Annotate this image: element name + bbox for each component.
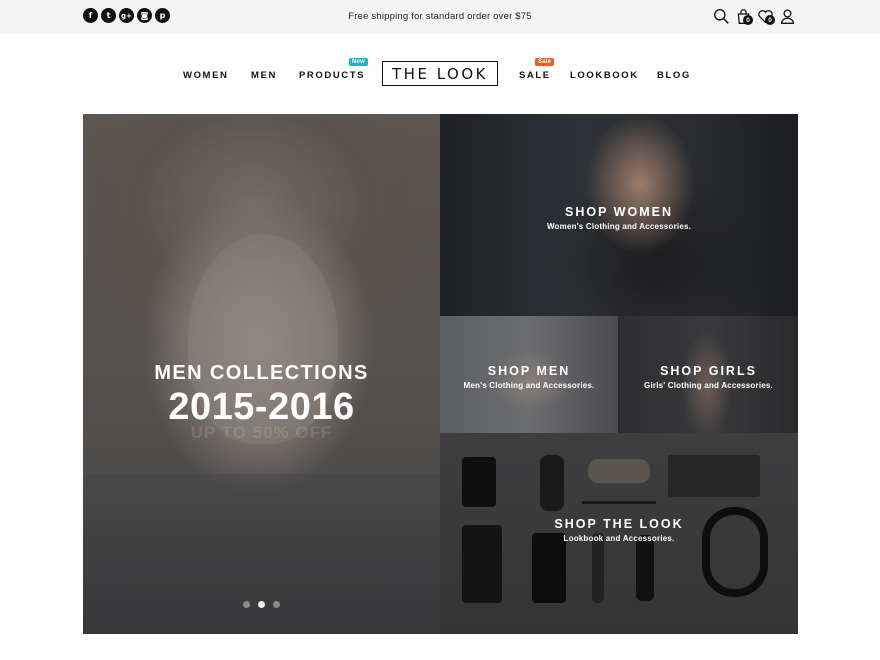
account-icon[interactable] [778,7,796,25]
nav-products-label: PRODUCTS [299,70,366,81]
slider-dots [243,601,280,608]
header-actions: 0 0 [712,7,796,25]
slider-dot-2[interactable] [258,601,265,608]
nav-men[interactable]: MEN [251,70,277,81]
slide-title: MEN COLLECTIONS [154,362,369,384]
shop-men-tile[interactable]: SHOP MEN Men's Clothing and Accessories. [440,316,618,433]
shop-the-look-caption: SHOP THE LOOK Lookbook and Accessories. [440,517,798,543]
nav-lookbook[interactable]: LOOKBOOK [570,70,639,81]
nav-blog[interactable]: BLOG [657,70,691,81]
cart-count-badge: 0 [743,15,753,25]
shop-girls-tile[interactable]: SHOP GIRLS Girls' Clothing and Accessori… [619,316,798,433]
shop-girls-subtitle: Girls' Clothing and Accessories. [644,381,773,390]
shop-women-title: SHOP WOMEN [565,205,673,219]
sunglasses-item [540,455,564,511]
search-icon[interactable] [712,7,730,25]
main-slider[interactable]: MEN COLLECTIONS 2015-2016 UP TO 50% OFF [83,114,440,634]
slider-dot-3[interactable] [273,601,280,608]
shop-men-subtitle: Men's Clothing and Accessories. [463,381,595,390]
tile-divider [618,316,619,433]
new-badge: New [349,58,368,66]
shop-women-caption: SHOP WOMEN Women's Clothing and Accessor… [440,205,798,231]
shop-the-look-title: SHOP THE LOOK [554,517,684,531]
nav-sale[interactable]: SALE Sale [519,58,555,81]
site-logo[interactable]: THE LOOK [382,61,498,86]
wishlist-count-badge: 0 [765,15,775,25]
nav-products[interactable]: PRODUCTS New [299,58,368,81]
glasses-item [636,535,654,601]
shop-women-tile[interactable]: SHOP WOMEN Women's Clothing and Accessor… [440,114,798,316]
wallet-item [462,457,496,507]
shop-women-subtitle: Women's Clothing and Accessories. [546,222,692,231]
pen-item [582,501,656,504]
cart-button[interactable]: 0 [734,7,753,25]
phone-item [532,533,566,603]
wishlist-button[interactable]: 0 [756,7,775,25]
shop-the-look-tile[interactable]: SHOP THE LOOK Lookbook and Accessories. [440,433,798,634]
shop-men-title: SHOP MEN [487,364,571,378]
sale-badge: Sale [535,58,555,66]
nav-sale-label: SALE [519,70,551,81]
main-navigation: WOMEN MEN PRODUCTS New THE LOOK SALE Sal… [0,58,880,90]
shop-men-caption: SHOP MEN Men's Clothing and Accessories. [440,364,618,390]
watch-item [592,533,604,603]
slide-caption: MEN COLLECTIONS 2015-2016 UP TO 50% OFF [83,362,440,443]
shop-girls-title: SHOP GIRLS [660,364,757,378]
slide-ghost-text: UP TO 50% OFF [190,423,333,442]
top-bar: f t g+ ◙ p Free shipping for standard or… [0,0,880,34]
slider-dot-1[interactable] [243,601,250,608]
bowtie-item [588,459,650,483]
shop-the-look-subtitle: Lookbook and Accessories. [563,534,675,543]
shop-girls-caption: SHOP GIRLS Girls' Clothing and Accessori… [619,364,798,390]
notebook-item [668,455,760,497]
hero-banner: MEN COLLECTIONS 2015-2016 UP TO 50% OFF … [83,114,798,634]
nav-women[interactable]: WOMEN [183,70,228,81]
